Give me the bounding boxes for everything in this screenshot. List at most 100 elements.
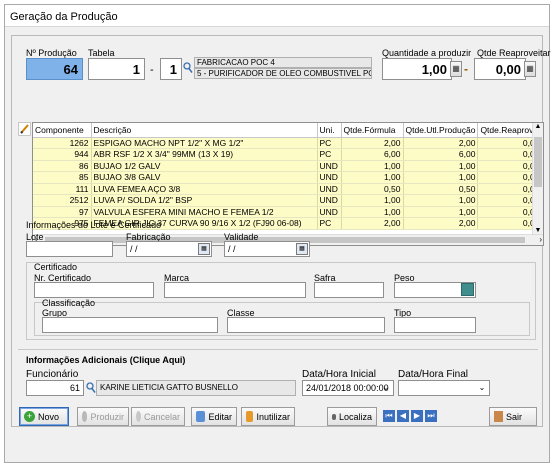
- table-cell-uni: PC: [317, 137, 342, 149]
- col-header-componente[interactable]: Componente: [33, 123, 92, 138]
- last-icon[interactable]: ⏭: [425, 410, 437, 422]
- localiza-button[interactable]: Localiza: [327, 407, 377, 426]
- tabela-field-2[interactable]: 1: [160, 58, 182, 80]
- search-icon[interactable]: [183, 62, 193, 74]
- inutilizar-button[interactable]: Inutilizar: [241, 407, 295, 426]
- main-panel: Nº Produção 64 Tabela 1 - 1 FABRICACAO P…: [11, 35, 551, 427]
- chevron-down-icon[interactable]: ⌄: [476, 380, 488, 396]
- edit-icon: [196, 411, 206, 422]
- table-cell-qf: 1,00: [341, 206, 404, 218]
- table-cell-uni: UND: [317, 194, 342, 207]
- table-cell-qu: 6,00: [403, 148, 479, 161]
- calculator-icon[interactable]: [461, 283, 474, 296]
- qtd-reaprov-field[interactable]: 0,00: [474, 58, 526, 80]
- cancelar-button[interactable]: Cancelar: [131, 407, 185, 426]
- edit-pencil-icon: [18, 122, 31, 136]
- safra-field[interactable]: [314, 282, 384, 298]
- classe-field[interactable]: [227, 317, 385, 333]
- table-cell-qu: 1,00: [403, 171, 479, 184]
- adicionais-title[interactable]: Informações Adicionais (Clique Aqui): [26, 355, 185, 365]
- table-cell-qu: 1,00: [403, 160, 479, 172]
- table-cell-qu: 2,00: [403, 217, 479, 230]
- table-row[interactable]: 97 VALVULA ESFERA MINI MACHO E FEMEA 1/2 U…: [33, 206, 543, 218]
- funcionario-label: Funcionário: [26, 369, 79, 380]
- table-cell-qf: 1,00: [341, 194, 404, 207]
- col-header-uni[interactable]: Uni.: [317, 123, 342, 138]
- table-cell-qu: 0,50: [403, 183, 479, 195]
- cancelar-label: Cancelar: [143, 411, 180, 422]
- table-cell-uni: UND: [317, 183, 342, 195]
- lote-field[interactable]: [26, 241, 113, 257]
- table-row[interactable]: 111LUVA FEMEA AÇO 3/8UND0,500,500,00: [33, 183, 543, 195]
- produzir-label: Produzir: [90, 411, 124, 422]
- table-row[interactable]: 86BUJAO 1/2 GALVUND1,001,000,00: [33, 160, 543, 172]
- tabela-field-1[interactable]: 1: [88, 58, 145, 80]
- table-cell-qu: 1,00: [403, 194, 479, 207]
- marca-field[interactable]: [164, 282, 306, 298]
- qtd-reaprov-label: Qtde Reaproveitar: [477, 48, 551, 58]
- localiza-label: Localiza: [338, 411, 372, 422]
- produzir-button[interactable]: Produzir: [77, 407, 129, 426]
- disable-icon: [246, 411, 254, 422]
- check-icon: [82, 411, 88, 422]
- chevron-down-icon[interactable]: ⌄: [380, 380, 392, 396]
- calendar-icon[interactable]: ▦: [198, 243, 210, 255]
- qtd-produzir-field[interactable]: 1,00: [382, 58, 452, 80]
- qtd-produzir-label: Quantidade a produzir: [382, 48, 472, 58]
- first-icon[interactable]: ⏮: [383, 410, 395, 422]
- col-header-descricao[interactable]: Descrição: [91, 123, 318, 138]
- novo-label: Novo: [38, 411, 60, 422]
- sair-button[interactable]: Sair: [489, 407, 537, 426]
- table-row[interactable]: 944 ABR RSF 1/2 X 3/4" 99MM (13 X 19) PC 6,…: [33, 148, 543, 161]
- data-inicial-label: Data/Hora Inicial: [302, 369, 376, 380]
- prev-icon[interactable]: ◀: [397, 410, 409, 422]
- table-cell-qf: 2,00: [341, 217, 404, 230]
- tabela-separator: -: [150, 64, 154, 76]
- table-cell-qu: 2,00: [403, 137, 479, 149]
- tabela-label: Tabela: [88, 48, 115, 58]
- table-cell-comp: 85: [33, 171, 92, 184]
- tabela-desc-line1: FABRICACAO POC 4: [194, 57, 372, 68]
- lote-section-title: Informações do Lote e Certificado: [26, 220, 162, 230]
- production-window: Geração da Produção Nº Produção 64 Tabel…: [4, 4, 551, 463]
- window-title: Geração da Produção: [5, 5, 549, 27]
- table-cell-qu: 1,00: [403, 206, 479, 218]
- next-icon[interactable]: ▶: [411, 410, 423, 422]
- nr-certificado-field[interactable]: [34, 282, 154, 298]
- novo-button[interactable]: + Novo: [19, 407, 69, 426]
- calculator-icon[interactable]: ▦: [524, 61, 536, 77]
- add-icon: +: [24, 411, 35, 422]
- table-row[interactable]: 85BUJAO 3/8 GALVUND1,001,000,00: [33, 171, 543, 184]
- data-final-label: Data/Hora Final: [398, 369, 469, 380]
- calculator-icon[interactable]: ▦: [450, 61, 462, 77]
- table-cell-uni: PC: [317, 148, 342, 161]
- table-cell-qf: 1,00: [341, 171, 404, 184]
- search-icon[interactable]: [86, 382, 96, 394]
- table-row[interactable]: 2512LUVA P/ SOLDA 1/2" BSPUND1,001,000,0…: [33, 194, 543, 207]
- table-cell-desc: BUJAO 1/2 GALV: [91, 160, 318, 172]
- col-header-qtde-utl-producao[interactable]: Qtde.Utl.Produção: [403, 123, 479, 138]
- flashlight-icon: [332, 413, 336, 420]
- funcionario-field[interactable]: 61: [26, 380, 84, 396]
- table-cell-uni: UND: [317, 171, 342, 184]
- col-header-qtde-formula[interactable]: Qtde.Fórmula: [341, 123, 404, 138]
- cancel-icon: [136, 411, 141, 422]
- calendar-icon[interactable]: ▦: [296, 243, 308, 255]
- tipo-field[interactable]: [394, 317, 476, 333]
- table-cell-comp: 86: [33, 160, 92, 172]
- grupo-field[interactable]: [42, 317, 218, 333]
- sair-label: Sair: [506, 411, 523, 422]
- minus-sign: -: [464, 62, 468, 76]
- editar-button[interactable]: Editar: [191, 407, 237, 426]
- table-cell-desc: ABR RSF 1/2 X 3/4" 99MM (13 X 19): [91, 148, 318, 161]
- table-row[interactable]: 1262 ESPIGAO MACHO NPT 1/2" X MG 1/2" PC 2,…: [33, 137, 543, 149]
- exit-icon: [494, 411, 503, 422]
- table-cell-desc: LUVA P/ SOLDA 1/2" BSP: [91, 194, 318, 207]
- table-cell-comp: 944: [33, 148, 92, 161]
- components-table: Componente Descrição Uni. Qtde.Fórmula Q…: [33, 123, 543, 230]
- table-cell-desc: ESPIGAO MACHO NPT 1/2" X MG 1/2": [91, 137, 318, 149]
- tabela-desc-line2: 5 - PURIFICADOR DE OLEO COMBUSTIVEL POC …: [194, 68, 372, 79]
- nproducao-field[interactable]: 64: [26, 58, 83, 80]
- grid-vertical-scrollbar[interactable]: ▲ ▼: [532, 123, 543, 234]
- table-cell-desc: LUVA FEMEA AÇO 3/8: [91, 183, 318, 195]
